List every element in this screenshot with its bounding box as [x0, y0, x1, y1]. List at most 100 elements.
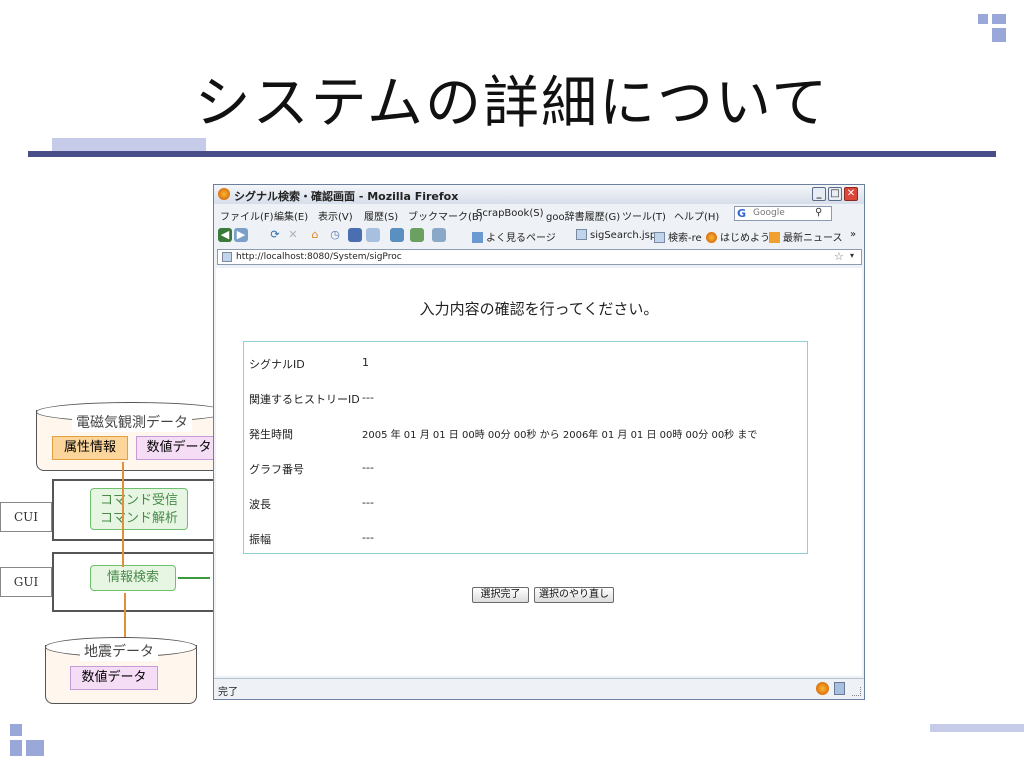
- field-label: 振幅: [249, 533, 271, 546]
- menu-bar: ファイル(F) 編集(E) 表示(V) 履歴(S) ブックマーク(B) Scra…: [214, 205, 864, 223]
- rss-icon: [769, 232, 780, 243]
- nav-toolbar: ◀ ▶ ⟳ ✕ ⌂ ◷ よく見るページ sigSearch.jsp 検索-re …: [214, 224, 864, 246]
- field-label: 関連するヒストリーID: [249, 393, 360, 406]
- field-value: ---: [362, 391, 374, 404]
- browser-window: シグナル検索・確認画面 - Mozilla Firefox _ □ ✕ ファイル…: [213, 184, 865, 700]
- menu-bookmarks[interactable]: ブックマーク(B): [408, 208, 483, 223]
- numeric-data-box-quake: 数値データ: [70, 666, 158, 690]
- redo-selection-button[interactable]: 選択のやり直し: [534, 587, 614, 603]
- bookmark-news-label: 最新ニュース: [783, 233, 843, 244]
- menu-scrapbook[interactable]: ScrapBook(S): [476, 208, 543, 219]
- confirmation-panel: シグナルID 1 関連するヒストリーID --- 発生時間 2005 年 01 …: [243, 341, 808, 554]
- url-text[interactable]: http://localhost:8080/System/sigProc: [236, 252, 402, 262]
- google-icon: G: [737, 207, 747, 220]
- corner-decoration-bottom-left: [10, 740, 22, 756]
- arrow-right: [178, 577, 210, 579]
- bookmark-news[interactable]: 最新ニュース: [769, 229, 843, 244]
- search-magnifier-icon[interactable]: ⚲: [815, 207, 822, 218]
- window-title: シグナル検索・確認画面 - Mozilla Firefox: [234, 190, 459, 203]
- db-em-label: 電磁気観測データ: [72, 412, 192, 432]
- resize-grip-icon[interactable]: [852, 687, 861, 696]
- field-label: 発生時間: [249, 428, 293, 441]
- page-icon: [654, 232, 665, 243]
- arrow-vertical-lower: [124, 593, 126, 643]
- bookmark-sigsearch-label: sigSearch.jsp: [590, 230, 657, 241]
- corner-decoration-top-right: [992, 28, 1006, 42]
- command-receive-label: コマンド受信: [99, 493, 178, 508]
- toolbar-icon-d[interactable]: [410, 228, 424, 242]
- address-bar[interactable]: http://localhost:8080/System/sigProc ☆ ▾: [217, 249, 862, 265]
- corner-decoration-top-right: [992, 14, 1006, 24]
- menu-view[interactable]: 表示(V): [318, 208, 353, 223]
- star-icon[interactable]: ☆: [834, 250, 844, 263]
- footer-accent-bar: [930, 724, 1024, 732]
- toolbar-icon-b[interactable]: [366, 228, 380, 242]
- info-search-box: 情報検索: [90, 565, 176, 591]
- title-underline: [28, 151, 996, 157]
- title-underline-accent: [52, 138, 206, 151]
- gui-label: GUI: [0, 567, 52, 597]
- command-box: コマンド受信 コマンド解析: [90, 488, 188, 530]
- menu-edit[interactable]: 編集(E): [274, 208, 308, 223]
- field-label: グラフ番号: [249, 463, 304, 476]
- firefox-icon: [218, 188, 230, 200]
- field-label: シグナルID: [249, 358, 305, 371]
- field-value: 1: [362, 356, 369, 369]
- stop-icon[interactable]: ✕: [286, 228, 300, 242]
- addon-status-icon[interactable]: [834, 682, 845, 695]
- home-icon[interactable]: ⌂: [308, 228, 322, 242]
- corner-decoration-bottom-left: [10, 724, 22, 736]
- cui-label: CUI: [0, 502, 52, 532]
- slide-title: システムの詳細について: [194, 71, 830, 136]
- bookmark-search-re-label: 検索-re: [668, 233, 702, 244]
- menu-history[interactable]: 履歴(S): [364, 208, 398, 223]
- toolbar-icon-e[interactable]: [432, 228, 446, 242]
- menu-tools[interactable]: ツール(T): [622, 208, 666, 223]
- toolbar-icon-c[interactable]: [390, 228, 404, 242]
- firefox-icon: [706, 232, 717, 243]
- db-quake-label: 地震データ: [80, 641, 158, 661]
- minimize-icon[interactable]: _: [812, 187, 826, 201]
- bookmark-frequent-label: よく見るページ: [486, 233, 556, 244]
- back-icon[interactable]: ◀: [218, 228, 232, 242]
- bookmark-sigsearch[interactable]: sigSearch.jsp: [576, 229, 656, 241]
- history-icon[interactable]: ◷: [328, 228, 342, 242]
- corner-decoration-top-right: [978, 14, 988, 24]
- maximize-icon[interactable]: □: [828, 187, 842, 201]
- page-icon: [576, 229, 587, 240]
- firefox-status-icon[interactable]: [816, 682, 829, 695]
- field-value: ---: [362, 461, 374, 474]
- numeric-data-box: 数値データ: [136, 436, 222, 460]
- corner-decoration-bottom-left: [26, 740, 44, 756]
- bookmark-icon: [472, 232, 483, 243]
- menu-file[interactable]: ファイル(F): [220, 208, 274, 223]
- bookmark-frequent[interactable]: よく見るページ: [472, 229, 556, 244]
- reload-icon[interactable]: ⟳: [268, 228, 282, 242]
- bookmark-search-re[interactable]: 検索-re: [654, 229, 702, 244]
- window-titlebar: シグナル検索・確認画面 - Mozilla Firefox _ □ ✕: [214, 185, 864, 204]
- menu-help[interactable]: ヘルプ(H): [674, 208, 719, 223]
- search-box[interactable]: G ⚲: [734, 206, 832, 221]
- status-text: 完了: [218, 687, 238, 698]
- menu-goo[interactable]: goo辞書履歴(G): [546, 208, 620, 223]
- bookmark-getting-started-label: はじめよう: [720, 233, 770, 244]
- page-favicon: [222, 252, 232, 262]
- page-heading: 入力内容の確認を行ってください。: [419, 300, 659, 318]
- field-label: 波長: [249, 498, 271, 511]
- bookmark-overflow-chevron[interactable]: »: [850, 229, 856, 240]
- confirm-selection-button[interactable]: 選択完了: [472, 587, 529, 603]
- bookmark-getting-started[interactable]: はじめよう: [706, 229, 770, 244]
- forward-icon[interactable]: ▶: [234, 228, 248, 242]
- field-value: 2005 年 01 月 01 日 00時 00分 00秒 から 2006年 01…: [362, 430, 758, 441]
- attr-info-box: 属性情報: [52, 436, 128, 460]
- arrow-vertical: [122, 462, 124, 567]
- command-parse-label: コマンド解析: [99, 511, 178, 526]
- status-bar: 完了: [214, 678, 864, 700]
- field-value: ---: [362, 496, 374, 509]
- field-value: ---: [362, 531, 374, 544]
- close-icon[interactable]: ✕: [844, 187, 858, 201]
- search-input[interactable]: [753, 207, 809, 219]
- dropdown-icon[interactable]: ▾: [850, 251, 854, 260]
- page-content: 入力内容の確認を行ってください。 シグナルID 1 関連するヒストリーID --…: [216, 268, 862, 676]
- toolbar-icon-a[interactable]: [348, 228, 362, 242]
